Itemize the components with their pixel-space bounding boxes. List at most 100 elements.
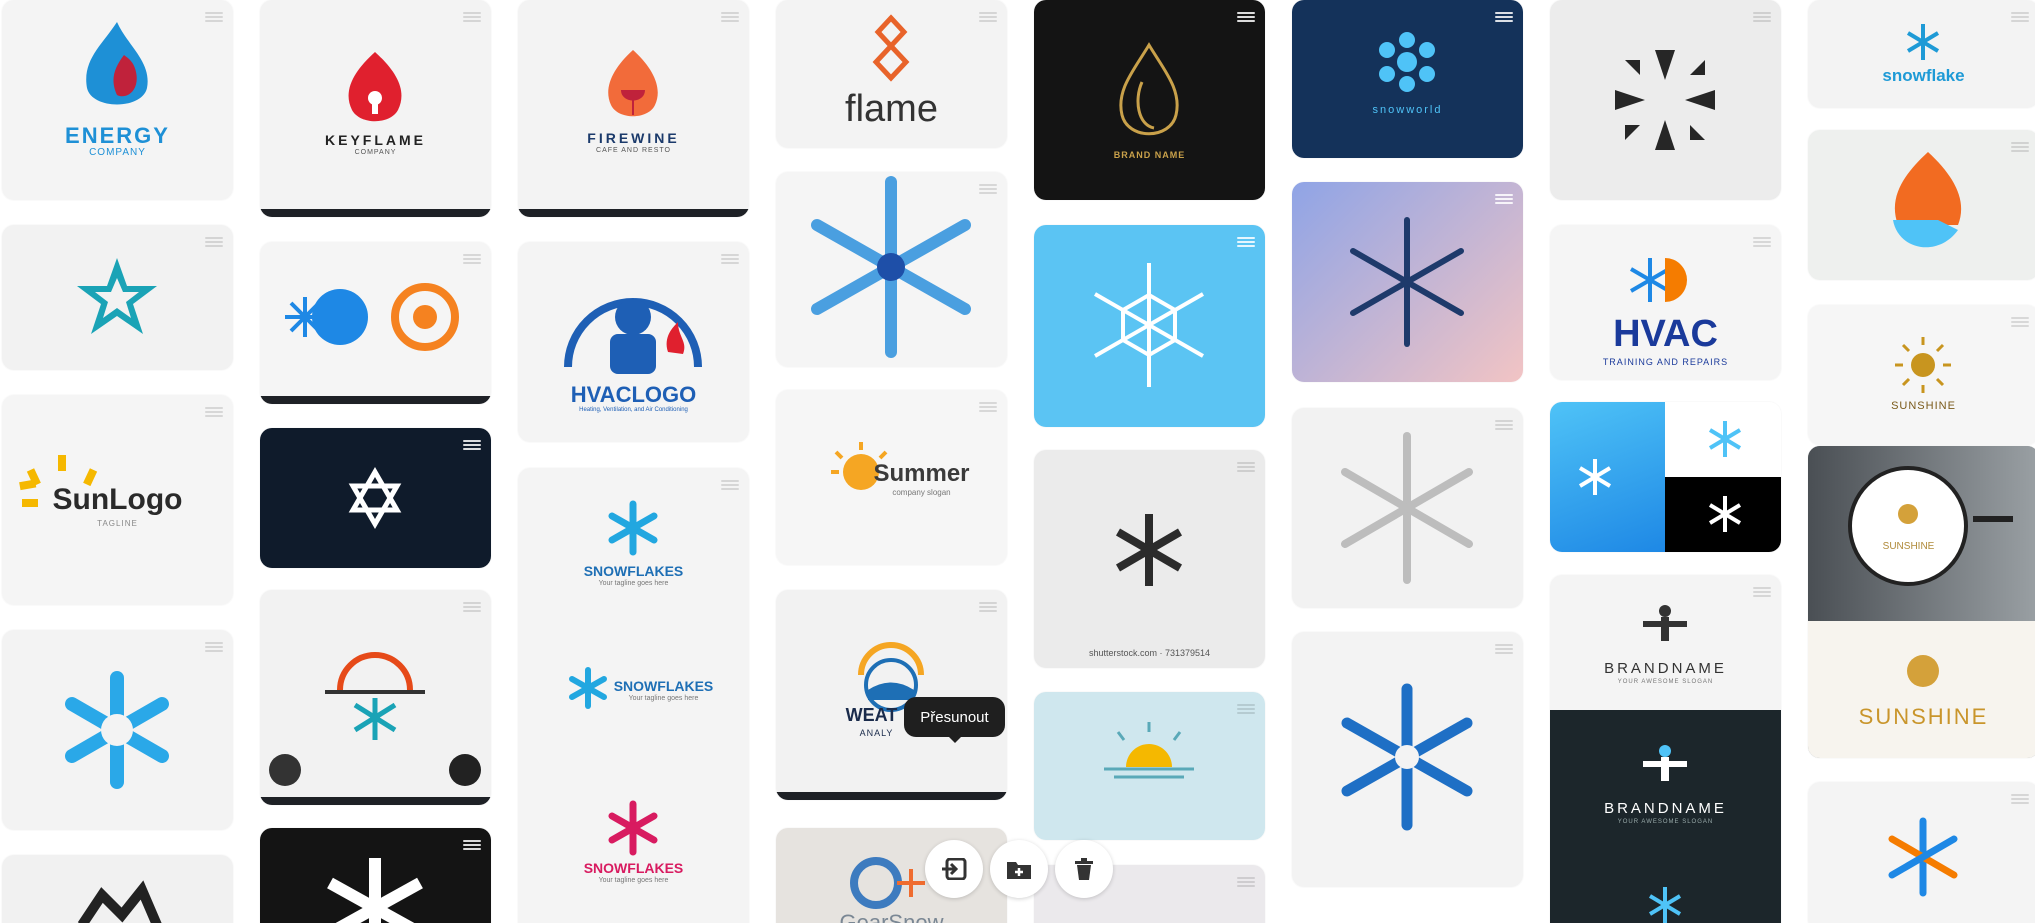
pin-menu-icon[interactable] xyxy=(1237,877,1255,887)
pin-hvaclogo[interactable]: HVACLOGO Heating, Ventilation, and Air C… xyxy=(518,242,749,442)
pin-menu-icon[interactable] xyxy=(721,12,739,22)
brand-sub: Your tagline goes here xyxy=(598,580,669,587)
pin-sun-snow[interactable] xyxy=(260,590,491,805)
pin-menu-icon[interactable] xyxy=(1495,420,1513,430)
pin-star-logo[interactable] xyxy=(2,225,233,370)
brand-sub: COMPANY xyxy=(89,147,146,158)
pin-menu-icon[interactable] xyxy=(979,12,997,22)
brand-name: BRANDNAME xyxy=(1604,660,1727,677)
brand-sub: YOUR AWESOME SLOGAN xyxy=(1617,819,1714,825)
pin-menu-icon[interactable] xyxy=(2011,142,2029,152)
brand-name: SNOWFLAKES xyxy=(583,860,684,876)
pin-wrench-snowflake[interactable] xyxy=(1292,632,1523,887)
pin-menu-icon[interactable] xyxy=(205,237,223,247)
pin-menu-icon[interactable] xyxy=(463,254,481,264)
pin-gradient-snowflake[interactable] xyxy=(1292,182,1523,382)
pin-menu-icon[interactable] xyxy=(463,840,481,850)
move-button[interactable] xyxy=(925,840,983,898)
pin-partial-logo[interactable] xyxy=(2,855,233,923)
pin-menu-icon[interactable] xyxy=(205,12,223,22)
brand-name: BRAND NAME xyxy=(1113,150,1186,160)
pin-snowworld[interactable]: snowworld xyxy=(1292,0,1523,158)
pin-menu-icon[interactable] xyxy=(979,184,997,194)
pin-fan-sun[interactable] xyxy=(260,242,491,404)
pin-footer-strip xyxy=(518,209,749,217)
pin-menu-icon[interactable] xyxy=(1237,12,1255,22)
pin-menu-icon[interactable] xyxy=(1753,414,1771,424)
pin-menu-icon[interactable] xyxy=(205,407,223,417)
pin-menu-icon[interactable] xyxy=(2011,794,2029,804)
pin-footer-strip xyxy=(776,792,1007,800)
pin-white-flake[interactable] xyxy=(260,828,491,923)
pin-footer-strip xyxy=(260,797,491,805)
pin-menu-icon[interactable] xyxy=(1495,644,1513,654)
brand-sub: CAFE AND RESTO xyxy=(596,147,671,154)
brand-sub: TAGLINE xyxy=(97,519,138,528)
pin-energy[interactable]: ENERGY COMPANY xyxy=(2,0,233,200)
pin-sunshine-small[interactable]: SUNSHINE xyxy=(1808,305,2035,445)
delete-button[interactable] xyxy=(1055,840,1113,898)
fire-wine-icon xyxy=(608,50,658,117)
pin-menu-icon[interactable] xyxy=(1753,237,1771,247)
pin-sunrise-snow[interactable] xyxy=(1034,692,1265,840)
pin-dual-snowflake[interactable] xyxy=(1808,782,2035,923)
brand-name: GearSnow xyxy=(839,910,944,923)
brand-name: SUNSHINE xyxy=(1882,541,1935,552)
pin-flame[interactable]: flame xyxy=(776,0,1007,148)
pin-sunshine-sign[interactable]: SUNSHINE SUNSHINE xyxy=(1808,446,2035,758)
arrow-burst-icon xyxy=(1615,50,1715,150)
pin-menu-icon[interactable] xyxy=(979,602,997,612)
pin-menu-icon[interactable] xyxy=(2011,317,2029,327)
pin-snowflakes-set[interactable]: SNOWFLAKES Your tagline goes here SNOWFL… xyxy=(518,468,749,923)
pin-menu-icon[interactable] xyxy=(1495,12,1513,22)
brand-name: SNOWFLAKES xyxy=(583,563,684,579)
snowflake-icon xyxy=(1888,817,1958,897)
pin-big-snowflake[interactable] xyxy=(776,172,1007,367)
pin-weather[interactable]: WEAT ANALY xyxy=(776,590,1007,800)
pin-menu-icon[interactable] xyxy=(979,402,997,412)
pin-summer[interactable]: Summer company slogan xyxy=(776,390,1007,565)
hex-cluster-icon xyxy=(1379,32,1435,92)
pin-menu-icon[interactable] xyxy=(1753,12,1771,22)
pin-brandname[interactable]: BRANDNAME YOUR AWESOME SLOGAN BRANDNAME … xyxy=(1550,575,1781,923)
pin-keyflame[interactable]: KEYFLAME COMPANY xyxy=(260,0,491,217)
pin-menu-icon[interactable] xyxy=(1237,704,1255,714)
pin-dark-star[interactable] xyxy=(260,428,491,568)
pin-menu-icon[interactable] xyxy=(1237,237,1255,247)
pin-fire-ice[interactable] xyxy=(1808,130,2035,280)
pin-gold-drop[interactable]: BRAND NAME xyxy=(1034,0,1265,200)
pin-menu-icon[interactable] xyxy=(1495,194,1513,204)
brand-name: SUNSHINE xyxy=(1858,704,1989,729)
pin-hvac[interactable]: HVAC TRAINING AND REPAIRS xyxy=(1550,225,1781,380)
pin-snowflake-text[interactable]: snowflake xyxy=(1808,0,2035,108)
brand-name: HVAC xyxy=(1613,313,1718,355)
pin-hex-snowflake[interactable]: shutterstock.com · 731379514 xyxy=(1034,450,1265,668)
pin-split-snowflakes[interactable] xyxy=(1550,402,1781,552)
brand-name: HVACLOGO xyxy=(570,382,697,407)
gold-drop-icon xyxy=(1119,42,1179,136)
snowflake-icons xyxy=(1578,421,1742,532)
pin-menu-icon[interactable] xyxy=(463,440,481,450)
brand-name: SUNSHINE xyxy=(1891,400,1956,412)
people-snowflake-icons xyxy=(1643,605,1687,923)
pin-sunlogo[interactable]: SunLogo TAGLINE xyxy=(2,395,233,605)
pin-menu-icon[interactable] xyxy=(1237,462,1255,472)
pin-menu-icon[interactable] xyxy=(721,480,739,490)
pin-menu-icon[interactable] xyxy=(2011,12,2029,22)
brand-name: KEYFLAME xyxy=(325,132,426,148)
pin-arrow-burst[interactable] xyxy=(1550,0,1781,200)
pin-line-snowflake[interactable] xyxy=(1034,225,1265,427)
pin-grey-snowflake[interactable] xyxy=(1292,408,1523,608)
add-to-board-button[interactable] xyxy=(990,840,1048,898)
pin-menu-icon[interactable] xyxy=(1753,587,1771,597)
pin-menu-icon[interactable] xyxy=(463,12,481,22)
pin-menu-icon[interactable] xyxy=(721,254,739,264)
move-tooltip: Přesunout xyxy=(904,697,1005,743)
snowflake-icon xyxy=(1906,24,1940,60)
pin-firewine[interactable]: FIREWINE CAFE AND RESTO xyxy=(518,0,749,217)
pin-menu-icon[interactable] xyxy=(205,642,223,652)
add-to-board-icon xyxy=(1007,862,1031,879)
brand-name: ENERGY xyxy=(65,123,170,148)
pin-menu-icon[interactable] xyxy=(463,602,481,612)
pin-blue-snowflake[interactable] xyxy=(2,630,233,830)
